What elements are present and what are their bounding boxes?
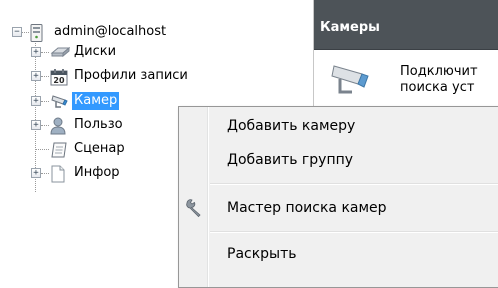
tree-root-node[interactable]: admin@localhost <box>30 22 168 42</box>
tree-item-label: Профили записи <box>74 68 188 83</box>
tree-connector <box>41 173 49 174</box>
tree-item-info[interactable]: Инфор <box>50 163 122 183</box>
camera-icon <box>328 60 376 96</box>
tree-connector <box>41 125 49 126</box>
tree-connector <box>41 101 49 102</box>
tree-root-label: admin@localhost <box>54 24 167 39</box>
wrench-icon <box>183 197 205 219</box>
root-collapse-toggle[interactable]: − <box>12 27 22 37</box>
tree-connector <box>41 76 49 77</box>
expand-toggle-profiles[interactable]: + <box>31 71 41 81</box>
tree-connector <box>41 52 49 53</box>
tree-item-disks[interactable]: Диски <box>50 42 118 62</box>
menu-separator <box>210 231 498 233</box>
menu-item-label: Добавить камеру <box>227 118 356 134</box>
server-icon <box>30 24 48 42</box>
menu-item-add-group[interactable]: Добавить группу <box>179 143 498 177</box>
menu-item-label: Добавить группу <box>227 152 354 168</box>
disk-icon <box>50 44 71 60</box>
tree-item-cameras[interactable]: Камер <box>50 91 120 111</box>
expand-toggle-disks[interactable]: + <box>31 47 41 57</box>
camera-icon <box>50 93 68 109</box>
expand-toggle-info[interactable]: + <box>31 168 41 178</box>
tree-item-users[interactable]: Пользо <box>50 115 125 135</box>
menu-item-expand[interactable]: Раскрыть <box>179 237 498 271</box>
user-icon <box>50 117 68 135</box>
tree-item-label: Инфор <box>74 165 120 180</box>
menu-item-label: Раскрыть <box>227 246 297 262</box>
menu-item-add-camera[interactable]: Добавить камеру <box>179 109 498 143</box>
tree-item-record-profiles[interactable]: 20 Профили записи <box>50 66 190 86</box>
svg-text:20: 20 <box>53 76 65 85</box>
menu-item-camera-search-wizard[interactable]: Мастер поиска камер <box>179 191 498 225</box>
tree-item-label: Камер <box>72 92 120 110</box>
tree-item-label: Пользо <box>74 117 123 132</box>
tree-item-label: Диски <box>74 44 117 59</box>
tree-item-scripts[interactable]: Сценар <box>50 139 127 159</box>
expand-toggle-cameras[interactable]: + <box>31 96 41 106</box>
context-menu: Добавить камеру Добавить группу Мастер п… <box>178 106 498 288</box>
menu-separator <box>210 183 498 185</box>
tree-connector <box>35 149 49 150</box>
expand-toggle-users[interactable]: + <box>31 120 41 130</box>
panel-description: Подключит поиска уст <box>400 64 478 95</box>
tree-connector <box>21 32 29 33</box>
script-icon <box>50 141 68 158</box>
menu-item-label: Мастер поиска камер <box>227 200 387 216</box>
calendar-icon: 20 <box>50 68 68 86</box>
panel-title: Камеры <box>314 0 498 50</box>
document-icon <box>50 165 68 183</box>
tree-item-label: Сценар <box>74 141 125 156</box>
